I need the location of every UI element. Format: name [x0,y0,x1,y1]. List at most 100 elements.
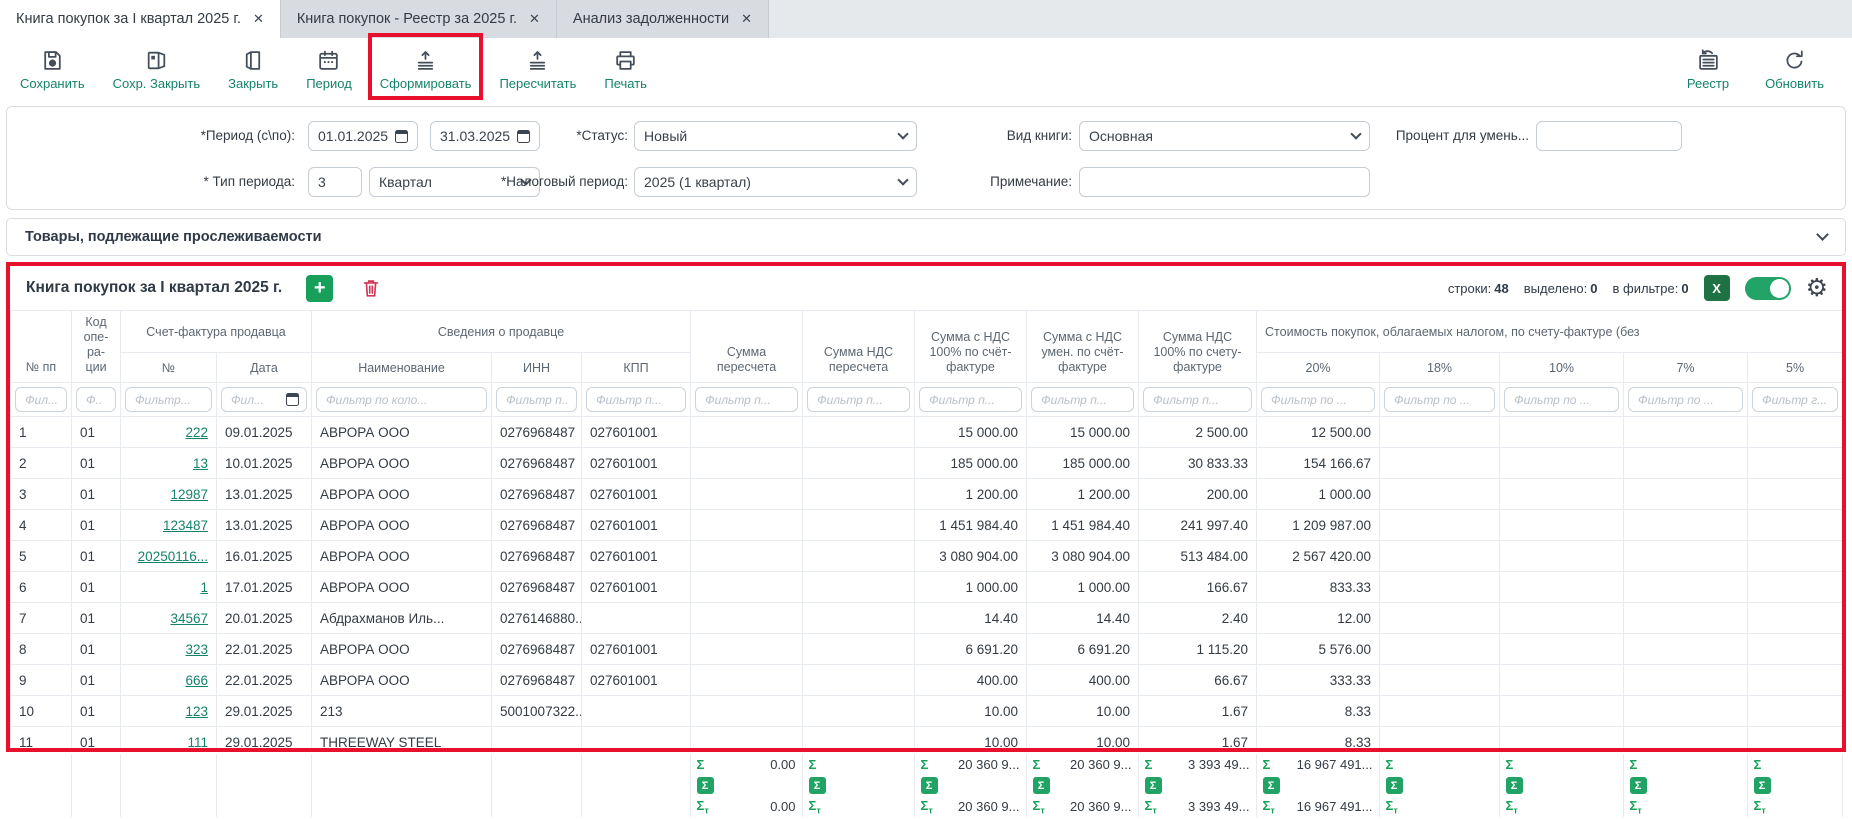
period_from-field[interactable] [308,121,418,151]
table-row[interactable]: 7013456720.01.2025Абдрахманов Иль...0276… [11,603,1843,634]
col-header-7[interactable]: Сумма пересчета [691,311,803,383]
filter-input-11[interactable] [1151,392,1244,408]
grid-toggle[interactable] [1745,277,1791,300]
sub-header-12[interactable]: 20% [1257,353,1380,383]
table-row[interactable]: 90166622.01.2025АВРОРА ООО02769684870276… [11,665,1843,696]
filter-input-2[interactable] [133,392,204,408]
add-row-button[interactable]: + [306,275,333,302]
print-button[interactable]: Печать [604,47,647,91]
filter-input-5[interactable] [504,392,569,408]
invoice-number-link[interactable]: 34567 [170,611,208,626]
calendar-icon[interactable] [395,130,408,143]
filter-input-13[interactable] [1392,392,1487,408]
sum-button[interactable]: Σ [1033,777,1050,794]
generate-button[interactable]: Сформировать [380,47,472,91]
filter-input-6[interactable] [594,392,678,408]
col-header-10[interactable]: Сумма с НДС умен. по счёт-фактуре [1027,311,1139,383]
filter-input-7[interactable] [703,392,790,408]
sub-header-5[interactable]: ИНН [492,353,582,383]
filter-input-16[interactable] [1760,392,1830,408]
sub-header-6[interactable]: КПП [582,353,691,383]
table-row[interactable]: 100112329.01.20252135001007322...10.0010… [11,696,1843,727]
invoice-number-link[interactable]: 20250116... [138,549,208,564]
invoice-number-link[interactable]: 123487 [163,518,208,533]
tab-3[interactable]: Анализ задолженности✕ [557,0,769,38]
table-row[interactable]: 40112348713.01.2025АВРОРА ООО02769684870… [11,510,1843,541]
period_type_num-field[interactable] [308,167,362,197]
save-button[interactable]: Сохранить [20,47,85,91]
filter-input-10[interactable] [1039,392,1126,408]
filter-input-0[interactable] [23,392,59,408]
status-field[interactable]: Новый [634,121,917,151]
recalculate-button[interactable]: Пересчитать [499,47,576,91]
tab-1[interactable]: Книга покупок за I квартал 2025 г.✕ [0,0,281,38]
period_from-input[interactable] [318,128,389,144]
filter-input-14[interactable] [1512,392,1611,408]
note-field[interactable] [1079,167,1370,197]
table-row[interactable]: 110111129.01.2025THREEWAY STEEL10.0010.0… [11,727,1843,753]
sub-header-4[interactable]: Наименование [312,353,492,383]
invoice-number-link[interactable]: 123 [185,704,208,719]
filter-input-4[interactable] [324,392,479,408]
book_type-field[interactable]: Основная [1079,121,1370,151]
invoice-number-link[interactable]: 1 [200,580,208,595]
filter-input-8[interactable] [815,392,902,408]
invoice-number-link[interactable]: 12987 [170,487,208,502]
gear-icon[interactable]: ⚙ [1806,276,1828,301]
calendar-icon[interactable] [286,393,299,406]
sum-button[interactable]: Σ [1386,777,1403,794]
invoice-number-link[interactable]: 222 [185,425,208,440]
delete-row-button[interactable] [357,275,384,302]
col-header-0[interactable]: № пп [11,311,72,383]
close-button[interactable]: Закрыть [228,47,278,91]
filter-input-15[interactable] [1636,392,1735,408]
excel-export-button[interactable]: X [1704,275,1730,301]
table-row[interactable]: 2011310.01.2025АВРОРА ООО027696848702760… [11,448,1843,479]
sum-button[interactable]: Σ [1754,777,1771,794]
sum-button[interactable]: Σ [1145,777,1162,794]
table-row[interactable]: 601117.01.2025АВРОРА ООО0276968487027601… [11,572,1843,603]
tab-close-icon[interactable]: ✕ [529,11,540,27]
period-button[interactable]: Период [306,47,352,91]
percent-input[interactable] [1546,128,1672,144]
sum-button[interactable]: Σ [1506,777,1523,794]
register-button[interactable]: Реестр [1687,47,1729,91]
percent-field[interactable] [1536,121,1682,151]
invoice-number-link[interactable]: 323 [185,642,208,657]
sum-button[interactable]: Σ [809,777,826,794]
table-row[interactable]: 80132322.01.2025АВРОРА ООО02769684870276… [11,634,1843,665]
table-row[interactable]: 10122209.01.2025АВРОРА ООО02769684870276… [11,417,1843,448]
save-close-button[interactable]: Сохр. Закрыть [113,47,201,91]
table-row[interactable]: 3011298713.01.2025АВРОРА ООО027696848702… [11,479,1843,510]
filter-input-3[interactable] [229,392,280,408]
sub-header-3[interactable]: Дата [217,353,312,383]
sub-header-14[interactable]: 10% [1500,353,1624,383]
tab-close-icon[interactable]: ✕ [741,11,752,27]
sum-button[interactable]: Σ [697,777,714,794]
sum-button[interactable]: Σ [921,777,938,794]
invoice-number-link[interactable]: 666 [185,673,208,688]
tax_period-field[interactable]: 2025 (1 квартал) [634,167,917,197]
col-header-8[interactable]: Сумма НДС пересчета [803,311,915,383]
period_type_num-input[interactable] [318,174,352,190]
sub-header-15[interactable]: 7% [1624,353,1748,383]
col-header-9[interactable]: Сумма с НДС 100% по счёт-фактуре [915,311,1027,383]
col-header-11[interactable]: Сумма НДС 100% по счету-фактуре [1139,311,1257,383]
filter-input-1[interactable] [84,392,108,408]
sub-header-13[interactable]: 18% [1380,353,1500,383]
tab-close-icon[interactable]: ✕ [253,11,264,27]
filter-input-12[interactable] [1269,392,1367,408]
sum-button[interactable]: Σ [1630,777,1647,794]
sub-header-2[interactable]: № [121,353,217,383]
invoice-number-link[interactable]: 13 [193,456,208,471]
table-row[interactable]: 50120250116...16.01.2025АВРОРА ООО027696… [11,541,1843,572]
sum-button[interactable]: Σ [1263,777,1280,794]
invoice-number-link[interactable]: 111 [187,735,208,750]
col-header-1[interactable]: Код опе-ра-ции [72,311,121,383]
refresh-button[interactable]: Обновить [1765,47,1824,91]
filter-input-9[interactable] [927,392,1014,408]
sub-header-16[interactable]: 5% [1748,353,1843,383]
note-input[interactable] [1089,174,1360,190]
traceable-goods-section[interactable]: Товары, подлежащие прослеживаемости [6,218,1846,256]
tab-2[interactable]: Книга покупок - Реестр за 2025 г.✕ [281,0,557,38]
